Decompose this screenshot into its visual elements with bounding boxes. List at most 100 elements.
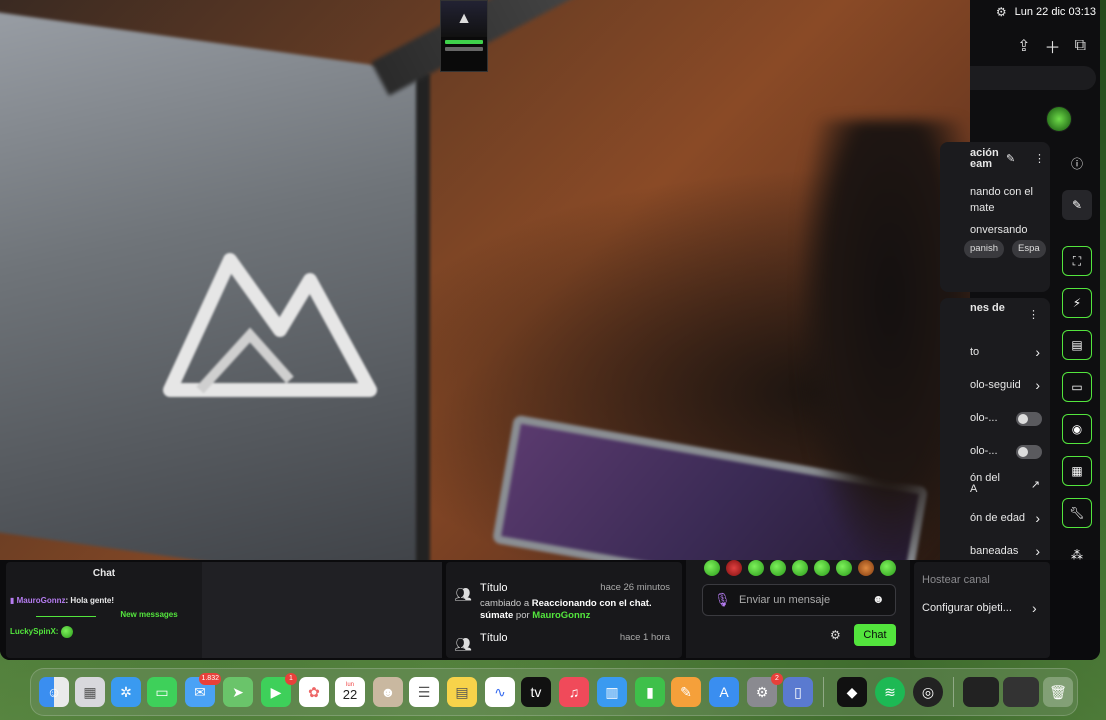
minimized-window-thumbnail[interactable] [1003,677,1039,707]
mic-badge-icon: ▮ [10,596,15,605]
thumbnail-green-bar [445,40,483,44]
activity-item: 👥︎ Título hace 1 hora [454,632,676,658]
chevron-right-icon[interactable]: › [1035,510,1040,526]
notes-icon[interactable]: ▤ [1062,330,1092,360]
emote-icon[interactable] [836,560,852,576]
emote-bar [704,560,896,578]
activity-title: Título [480,632,508,644]
chat-username[interactable]: LuckySpinX: [10,627,58,636]
toggle-switch[interactable] [1016,412,1042,426]
emote-icon[interactable] [704,560,720,576]
chat-settings-gear-icon[interactable]: ⚙ [830,628,841,642]
iphone-mirroring-icon[interactable]: ▯ [783,677,813,707]
activity-item: 👥︎ Título hace 26 minutos cambiado a Rea… [454,582,676,628]
emoji-picker-icon[interactable]: ☻ [872,592,885,606]
chat-message-input[interactable]: Enviar un mensaje [702,584,896,616]
spotify-icon[interactable]: ≋ [875,677,905,707]
tabs-overview-icon[interactable]: ⧉ [1075,37,1086,55]
activity-desc-by: por [515,610,530,621]
configure-goals-option[interactable]: Configurar objeti... [922,602,1012,614]
launchpad-icon[interactable]: ▦ [75,677,105,707]
safari-icon[interactable]: ✲ [111,677,141,707]
maps-icon[interactable]: ➤ [223,677,253,707]
address-bar[interactable] [970,66,1096,90]
layout-icon[interactable]: ▦ [1062,456,1092,486]
clip-icon[interactable]: ⛶ [1062,246,1092,276]
chat-composer: Enviar un mensaje 🎙︎ ☻ ⚙ Chat [686,560,910,658]
monitor-logo-image [163,253,377,397]
tag-chip[interactable]: Espa [1012,240,1046,258]
chevron-right-icon[interactable]: › [1035,377,1040,393]
photos-icon[interactable]: ✿ [299,677,329,707]
emote-icon[interactable] [880,560,896,576]
minimized-window-thumbnail[interactable] [963,677,999,707]
calendar-day: 22 [342,687,358,702]
music-icon[interactable]: ♫ [559,677,589,707]
trash-icon[interactable]: 🗑︎ [1043,677,1073,707]
emote-icon[interactable] [770,560,786,576]
mail-icon[interactable]: ✉ 1.832 [185,673,221,707]
action-row-label[interactable]: ón del A [970,473,1000,495]
emote-icon[interactable] [814,560,830,576]
chat-bubble-icon[interactable]: ▭ [1062,372,1092,402]
freeform-icon[interactable]: ∿ [485,677,515,707]
toggle-switch[interactable] [1016,445,1042,459]
system-settings-icon[interactable]: ⚙ 2 [747,673,783,707]
calendar-icon[interactable]: lun 22 [335,677,365,707]
chat-username[interactable]: MauroGonnz [17,596,66,605]
edit-pencil-icon[interactable]: ✎ [1006,152,1015,165]
notes-app-icon[interactable]: ▤ [447,677,477,707]
host-channel-option[interactable]: Hostear canal [922,574,990,586]
action-row-label[interactable]: baneadas [970,545,1018,557]
menubar-clock[interactable]: Lun 22 dic 03:13 [1015,6,1096,18]
more-options-icon[interactable]: ⋮ [1028,308,1039,321]
more-options-icon[interactable]: ⋮ [1034,152,1045,165]
lightning-icon[interactable]: ⚡ [1062,288,1092,318]
action-row-label[interactable]: olo-seguid [970,379,1021,391]
stream-video[interactable] [0,0,970,560]
activity-desc-user[interactable]: MauroGonnz [532,610,590,621]
contacts-icon[interactable]: ☻ [373,677,403,707]
info-icon[interactable]: ⓘ [1062,148,1092,178]
chevron-right-icon[interactable]: › [1035,344,1040,360]
facetime-icon[interactable]: ▶ 1 [261,673,297,707]
action-row-label: olo-... [970,412,998,424]
action-row-label[interactable]: to [970,346,979,358]
stream-title-line1: nando con el [970,186,1033,198]
emote-icon[interactable] [726,560,742,576]
broadcast-icon[interactable]: ◉ [1062,414,1092,444]
bottom-panels: Chat ▮ MauroGonnz: Hola gente! New messa… [0,560,1100,660]
control-center-icon[interactable]: ⚙ [996,5,1007,19]
mountain-logo-icon: ▲ [441,1,487,37]
messages-icon[interactable]: ▭ [147,677,177,707]
tag-chip[interactable]: panish [964,240,1004,258]
new-tab-icon[interactable]: ＋ [1045,34,1061,58]
miniplayer-thumbnail[interactable]: ▲ [440,0,488,72]
action-row-label[interactable]: ón de edad [970,512,1025,524]
settings-badge: 2 [771,673,783,685]
keynote-icon[interactable]: ▥ [597,677,627,707]
finder-icon[interactable]: ☺ [39,677,69,707]
user-avatar[interactable] [1046,106,1072,132]
numbers-icon[interactable]: ▮ [635,677,665,707]
send-chat-button[interactable]: Chat [854,624,896,646]
wrench-icon[interactable]: 🔧︎ [1062,498,1092,528]
tidal-icon[interactable]: ◆ [837,677,867,707]
stream-category: onversando [970,224,1028,236]
app-store-icon[interactable]: A [709,677,739,707]
obs-icon[interactable]: ◎ [913,677,943,707]
apple-tv-icon[interactable]: tv [521,677,551,707]
emote-icon[interactable] [792,560,808,576]
emote-icon[interactable] [858,560,874,576]
stream-title-line2: mate [970,202,995,214]
chevron-right-icon[interactable]: › [1035,543,1040,559]
microphone-icon[interactable]: 🎙︎ [714,592,731,608]
reminders-icon[interactable]: ☰ [409,677,439,707]
pages-icon[interactable]: ✎ [671,677,701,707]
edit-icon[interactable]: ✎ [1062,190,1092,220]
chat-side-blank [202,562,442,658]
emote-icon[interactable] [748,560,764,576]
chevron-right-icon[interactable]: › [1032,600,1037,616]
external-link-icon[interactable]: ↗ [1031,478,1040,491]
share-icon[interactable]: ⇪ [1017,36,1030,56]
